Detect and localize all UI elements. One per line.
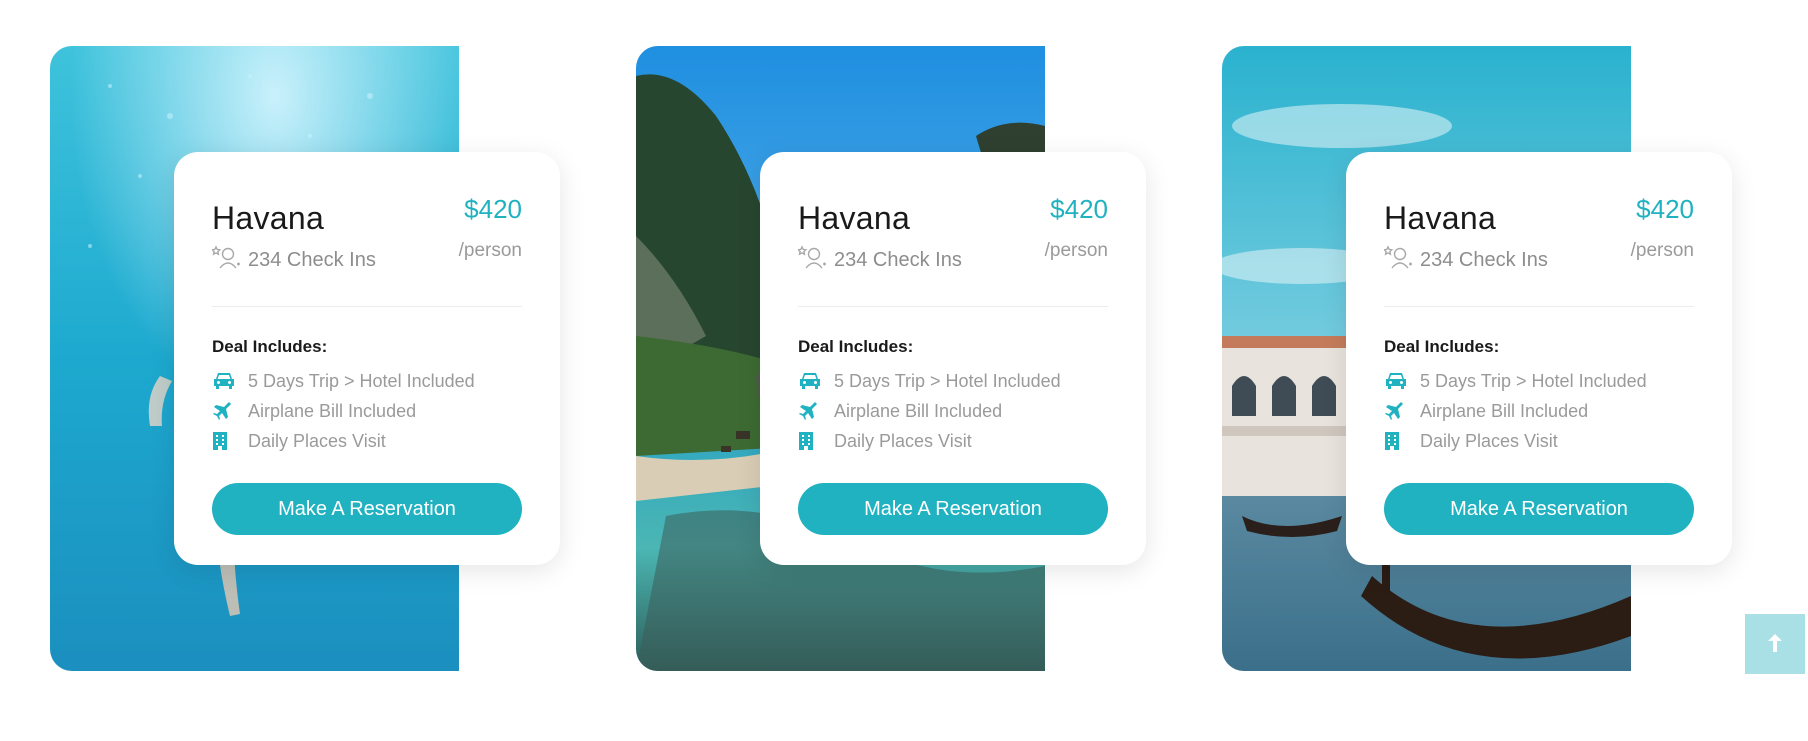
- taxi-icon: [212, 371, 238, 391]
- make-reservation-button[interactable]: Make A Reservation: [798, 483, 1108, 535]
- feature-text: Airplane Bill Included: [1420, 400, 1589, 421]
- price: $420: [1636, 194, 1694, 224]
- price: $420: [464, 194, 522, 224]
- feature-list: 5 Days Trip > Hotel Included Airplane Bi…: [798, 366, 1108, 456]
- feature-item: Daily Places Visit: [798, 426, 1108, 456]
- deals-page: Havana 234 Check Ins $420 /person Deal I…: [0, 0, 1808, 741]
- checkins-count: 234 Check Ins: [248, 248, 376, 271]
- deal-card-header: Havana 234 Check Ins $420 /person: [210, 152, 522, 307]
- city-name: Havana: [1384, 200, 1497, 236]
- deal-card-1: Havana 234 Check Ins $420 /person Deal I…: [50, 46, 610, 671]
- building-icon: [212, 431, 238, 451]
- deal-includes-title: Deal Includes:: [1384, 337, 1500, 356]
- feature-item: Airplane Bill Included: [1384, 396, 1694, 426]
- checkins-info: 234 Check Ins: [210, 244, 376, 276]
- make-reservation-button[interactable]: Make A Reservation: [212, 483, 522, 535]
- arrow-up-icon: [1766, 633, 1784, 656]
- airplane-icon: [798, 401, 824, 421]
- city-name: Havana: [212, 200, 325, 236]
- feature-text: Airplane Bill Included: [834, 400, 1003, 421]
- deal-includes-title: Deal Includes:: [212, 337, 328, 356]
- feature-list: 5 Days Trip > Hotel Included Airplane Bi…: [1384, 366, 1694, 456]
- building-icon: [1384, 431, 1410, 451]
- deal-info-card: Havana 234 Check Ins $420 /person Deal I…: [760, 152, 1146, 565]
- building-icon: [798, 431, 824, 451]
- feature-text: Daily Places Visit: [248, 430, 386, 451]
- airplane-icon: [212, 401, 238, 421]
- feature-item: Daily Places Visit: [1384, 426, 1694, 456]
- price: $420: [1050, 194, 1108, 224]
- feature-item: 5 Days Trip > Hotel Included: [798, 366, 1108, 396]
- make-reservation-button[interactable]: Make A Reservation: [1384, 483, 1694, 535]
- deal-card-3: Havana 234 Check Ins $420 /person Deal I…: [1222, 46, 1782, 671]
- price-unit: /person: [1044, 240, 1108, 261]
- scroll-to-top-button[interactable]: [1745, 614, 1805, 674]
- feature-item: 5 Days Trip > Hotel Included: [212, 366, 522, 396]
- taxi-icon: [798, 371, 824, 391]
- feature-text: 5 Days Trip > Hotel Included: [834, 370, 1061, 391]
- price-unit: /person: [1630, 240, 1694, 261]
- user-star-icon: [1382, 244, 1414, 276]
- feature-list: 5 Days Trip > Hotel Included Airplane Bi…: [212, 366, 522, 456]
- checkins-count: 234 Check Ins: [1420, 248, 1548, 271]
- checkins-info: 234 Check Ins: [796, 244, 962, 276]
- user-star-icon: [210, 244, 242, 276]
- deal-info-card: Havana 234 Check Ins $420 /person Deal I…: [174, 152, 560, 565]
- feature-text: 5 Days Trip > Hotel Included: [1420, 370, 1647, 391]
- feature-item: Airplane Bill Included: [798, 396, 1108, 426]
- feature-text: 5 Days Trip > Hotel Included: [248, 370, 475, 391]
- checkins-info: 234 Check Ins: [1382, 244, 1548, 276]
- deal-card-header: Havana 234 Check Ins $420 /person: [1382, 152, 1694, 307]
- city-name: Havana: [798, 200, 911, 236]
- taxi-icon: [1384, 371, 1410, 391]
- feature-item: Daily Places Visit: [212, 426, 522, 456]
- user-star-icon: [796, 244, 828, 276]
- deal-includes-title: Deal Includes:: [798, 337, 914, 356]
- feature-item: 5 Days Trip > Hotel Included: [1384, 366, 1694, 396]
- airplane-icon: [1384, 401, 1410, 421]
- checkins-count: 234 Check Ins: [834, 248, 962, 271]
- deal-card-2: Havana 234 Check Ins $420 /person Deal I…: [636, 46, 1196, 671]
- feature-text: Daily Places Visit: [1420, 430, 1558, 451]
- deal-card-header: Havana 234 Check Ins $420 /person: [796, 152, 1108, 307]
- feature-item: Airplane Bill Included: [212, 396, 522, 426]
- feature-text: Airplane Bill Included: [248, 400, 417, 421]
- deal-info-card: Havana 234 Check Ins $420 /person Deal I…: [1346, 152, 1732, 565]
- feature-text: Daily Places Visit: [834, 430, 972, 451]
- price-unit: /person: [458, 240, 522, 261]
